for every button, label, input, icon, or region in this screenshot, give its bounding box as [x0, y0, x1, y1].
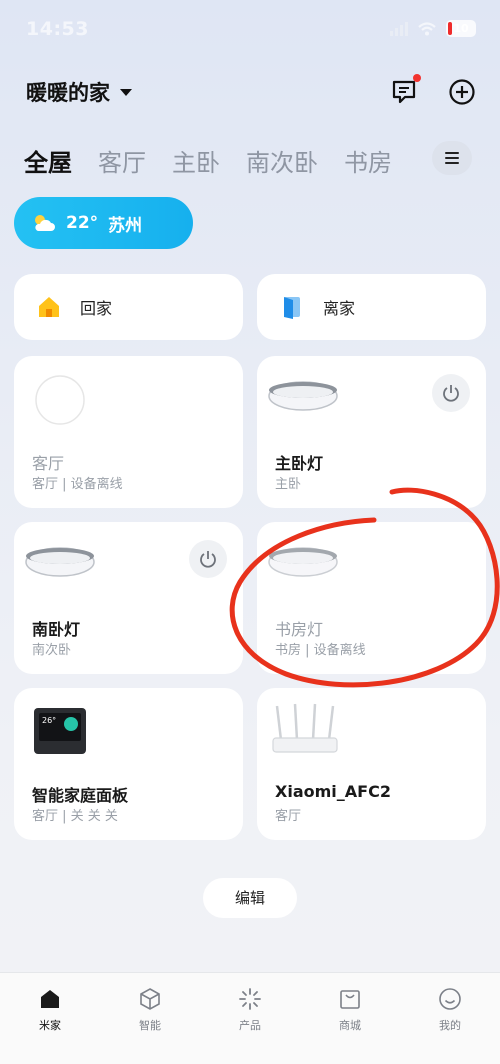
device-status: 南次卧	[32, 643, 72, 658]
battery-icon: 10	[446, 20, 476, 37]
shop-bag-icon	[340, 990, 360, 1009]
device-card-south-lamp[interactable]: 南卧灯 南次卧	[14, 522, 243, 674]
nav-label: 智能	[139, 1019, 161, 1032]
home-selector[interactable]: 暖暖的家	[26, 77, 110, 107]
home-icon	[39, 297, 59, 317]
power-icon	[443, 385, 459, 402]
device-status: 书房 | 设备离线	[275, 643, 366, 658]
power-button[interactable]	[432, 374, 470, 412]
nav-mijia[interactable]: 米家	[15, 987, 85, 1064]
cloud-sun-icon	[35, 215, 55, 231]
device-card-study-lamp[interactable]: 书房灯 书房 | 设备离线	[257, 522, 486, 674]
plus-circle-icon	[449, 79, 475, 105]
device-status: 客厅	[275, 809, 302, 824]
device-name: 书房灯	[275, 620, 324, 639]
scene-card-home[interactable]: 回家	[14, 274, 243, 340]
weather-city: 苏州	[108, 215, 143, 236]
room-tabs: 全屋 客厅 主卧 南次卧 书房	[24, 138, 476, 182]
chevron-down-icon[interactable]	[120, 88, 132, 96]
nav-products[interactable]: 产品	[215, 987, 285, 1064]
status-time: 14:53	[26, 18, 89, 40]
nav-label: 产品	[239, 1019, 261, 1032]
tab-south-bedroom[interactable]: 南次卧	[246, 143, 318, 178]
add-button[interactable]	[448, 78, 476, 106]
nav-label: 商城	[339, 1019, 361, 1032]
device-name: 主卧灯	[275, 454, 324, 473]
router-icon	[272, 703, 338, 753]
tab-study[interactable]: 书房	[344, 143, 392, 178]
message-icon	[392, 80, 416, 104]
device-name: Xiaomi_AFC2	[275, 782, 391, 801]
device-status: 客厅 | 关 关 关	[32, 809, 118, 824]
notification-dot	[413, 74, 421, 82]
tab-menu-button[interactable]	[432, 141, 472, 175]
weather-widget[interactable]: 22° 苏州	[14, 197, 193, 249]
tab-living-room[interactable]: 客厅	[98, 143, 146, 178]
edit-button[interactable]: 编辑	[203, 878, 297, 918]
nav-smart[interactable]: 智能	[115, 987, 185, 1064]
home-nav-icon	[41, 990, 59, 1008]
power-button[interactable]	[189, 540, 227, 578]
round-device-icon	[35, 375, 85, 425]
device-card-smart-panel[interactable]: 26° 智能家庭面板 客厅 | 关 关 关	[14, 688, 243, 840]
tab-master-bedroom[interactable]: 主卧	[172, 143, 220, 178]
ceiling-lamp-icon	[268, 547, 338, 577]
device-name: 智能家庭面板	[32, 786, 129, 805]
home-header: 暖暖的家	[26, 74, 476, 110]
ceiling-lamp-icon	[268, 381, 338, 411]
cube-icon	[140, 988, 160, 1010]
device-status: 主卧	[275, 477, 302, 492]
nav-shop[interactable]: 商城	[315, 987, 385, 1064]
message-button[interactable]	[390, 74, 421, 106]
bottom-nav: 米家 智能 产品 商城 我的	[0, 972, 500, 1064]
signal-icon	[390, 21, 408, 36]
smile-icon	[439, 988, 461, 1010]
panel-temp: 26°	[42, 716, 57, 725]
sparkle-icon	[239, 988, 261, 1010]
device-name: 南卧灯	[32, 620, 81, 639]
device-card-router[interactable]: Xiaomi_AFC2 客厅	[257, 688, 486, 840]
power-icon	[200, 551, 216, 568]
nav-label: 我的	[439, 1019, 461, 1032]
battery-level: 10	[453, 22, 469, 35]
ceiling-lamp-icon	[25, 547, 95, 577]
wifi-icon	[418, 21, 436, 35]
device-card-living-room[interactable]: 客厅 客厅 | 设备离线	[14, 356, 243, 508]
scene-card-away[interactable]: 离家	[257, 274, 486, 340]
weather-temp: 22°	[66, 213, 99, 233]
status-bar: 14:53 10	[0, 0, 500, 60]
nav-label: 米家	[39, 1019, 61, 1032]
device-status: 客厅 | 设备离线	[32, 477, 123, 492]
scene-label: 离家	[323, 299, 356, 318]
device-card-master-lamp[interactable]: 主卧灯 主卧	[257, 356, 486, 508]
tab-all[interactable]: 全屋	[24, 143, 72, 178]
nav-profile[interactable]: 我的	[415, 987, 485, 1064]
scene-label: 回家	[80, 299, 113, 318]
door-icon	[284, 297, 300, 319]
menu-icon	[445, 152, 459, 163]
device-name: 客厅	[32, 454, 65, 473]
smart-panel-icon: 26°	[34, 708, 86, 754]
